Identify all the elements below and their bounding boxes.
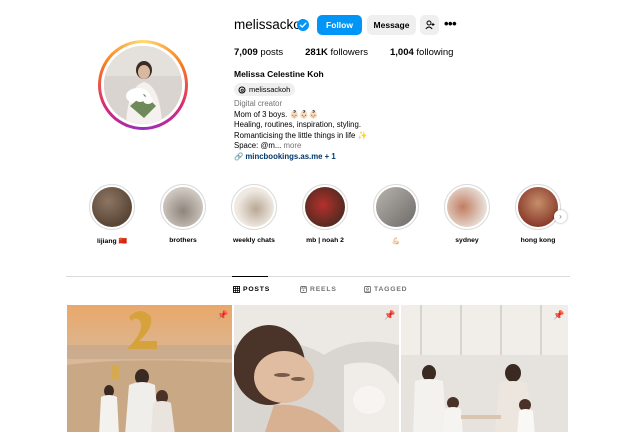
highlight-cover (234, 187, 274, 227)
highlight-label: lijiang 🇨🇳 (97, 238, 127, 245)
followers-count[interactable]: 281K followers (305, 47, 368, 58)
post-thumbnail[interactable]: 📌 (67, 305, 232, 432)
pinned-icon: 📌 (553, 310, 565, 320)
highlight-label: brothers (169, 237, 197, 244)
highlight-cover (92, 187, 132, 227)
follow-button[interactable]: Follow (317, 15, 362, 35)
verified-badge-icon (297, 19, 309, 31)
posts-count[interactable]: 7,009 posts (234, 47, 283, 58)
pinned-icon: 📌 (384, 310, 396, 320)
bio-line: Healing, routines, inspiration, styling. (234, 120, 361, 130)
post-image (401, 305, 568, 432)
highlight-item[interactable]: 💪🏻 (370, 184, 422, 245)
highlight-label: 💪🏻 (391, 238, 401, 245)
highlight-cover (163, 187, 203, 227)
highlight-label: weekly chats (233, 237, 275, 244)
profile-category: Digital creator (234, 99, 283, 108)
grid-icon (233, 286, 240, 293)
tab-posts-label: POSTS (243, 286, 271, 293)
highlight-cover (447, 187, 487, 227)
active-tab-indicator (232, 276, 268, 277)
highlight-cover (305, 187, 345, 227)
highlight-label: mb | noah 2 (306, 237, 344, 244)
more-options-icon[interactable]: ••• (444, 17, 460, 33)
post-thumbnail[interactable]: 📌 (234, 305, 399, 432)
profile-avatar[interactable] (98, 40, 188, 130)
highlight-cover (376, 187, 416, 227)
reels-icon (300, 286, 307, 293)
post-image (234, 305, 399, 432)
highlight-item[interactable]: mb | noah 2 (299, 184, 351, 244)
tab-reels[interactable]: REELS (300, 286, 337, 293)
message-button[interactable]: Message (367, 15, 416, 35)
highlight-item[interactable]: weekly chats (228, 184, 280, 244)
highlight-label: sydney (455, 237, 479, 244)
bio-line-truncated: Space: @m... more (234, 141, 302, 151)
link-icon: 🔗 (234, 151, 244, 161)
profile-link[interactable]: 🔗 mincbookings.as.me + 1 (234, 152, 367, 163)
threads-badge[interactable]: melissackoh (234, 83, 296, 96)
add-user-icon (424, 20, 434, 30)
profile-bio: Digital creator Mom of 3 boys. 👶🏻👶🏻👶🏻 He… (234, 99, 367, 163)
highlight-item[interactable]: sydney (441, 184, 493, 244)
highlight-label: hong kong (520, 237, 556, 244)
post-image (67, 305, 232, 432)
bio-line: Romanticising the little things in life … (234, 130, 368, 140)
suggested-users-button[interactable] (420, 15, 439, 35)
tab-tagged[interactable]: TAGGED (364, 286, 407, 293)
highlight-cover (518, 187, 558, 227)
profile-full-name: Melissa Celestine Koh (234, 69, 324, 79)
highlights-next-chevron-icon[interactable]: › (554, 210, 567, 223)
highlight-item[interactable]: brothers (157, 184, 209, 244)
tab-tagged-label: TAGGED (374, 286, 408, 293)
avatar-photo (104, 46, 182, 124)
following-count[interactable]: 1,004 following (390, 47, 453, 58)
post-thumbnail[interactable]: 📌 (401, 305, 568, 432)
bio-line: Mom of 3 boys. 👶🏻👶🏻👶🏻 (234, 109, 319, 119)
threads-handle: melissackoh (249, 85, 291, 94)
tabs-divider (66, 276, 570, 277)
story-highlights: lijiang 🇨🇳 brothers weekly chats mb | no… (86, 184, 576, 254)
bio-more-link[interactable]: more (284, 141, 302, 150)
tab-posts[interactable]: POSTS (233, 286, 270, 293)
threads-icon (238, 86, 246, 93)
pinned-icon: 📌 (217, 310, 229, 320)
tagged-icon (364, 286, 371, 293)
tab-reels-label: REELS (310, 286, 337, 293)
profile-stats: 7,009 posts 281K followers 1,004 followi… (234, 47, 475, 58)
highlight-item[interactable]: lijiang 🇨🇳 (86, 184, 138, 245)
